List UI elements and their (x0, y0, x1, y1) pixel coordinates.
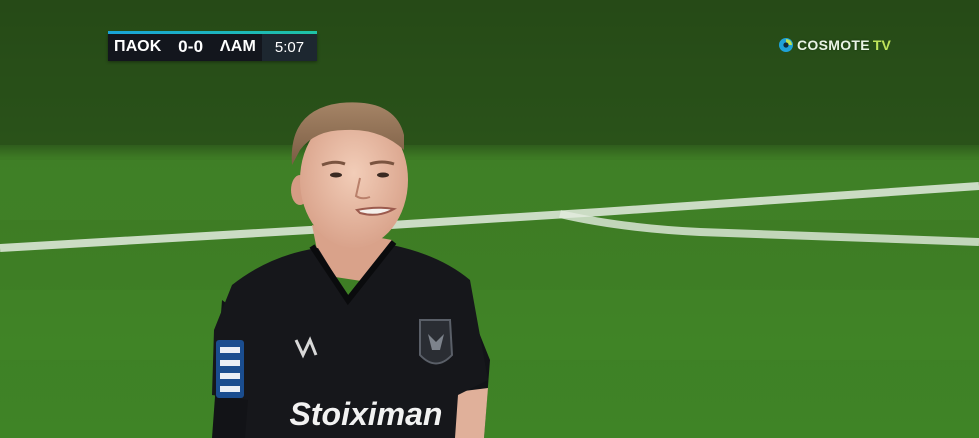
player-eye (377, 172, 389, 178)
pitch-stripe (0, 290, 979, 360)
broadcaster-name: COSMOTE (797, 37, 870, 53)
broadcaster-suffix: TV (872, 37, 891, 53)
shirt-sponsor: Stoiximan (290, 396, 443, 432)
broadcaster-logo: COSMOTE TV (778, 37, 891, 53)
far-pitch-band (0, 0, 979, 145)
video-frame: Stoiximan ΠΑΟΚ 0-0 ΛΑΜ 5:07 COSMOTE TV (0, 0, 979, 438)
cosmote-logo-icon (779, 38, 793, 52)
player-eye (330, 172, 342, 178)
club-crest (419, 319, 454, 365)
scorebug-main: ΠΑΟΚ 0-0 ΛΑΜ (108, 33, 262, 61)
home-team-label: ΠΑΟΚ (114, 38, 162, 55)
pitch-stripe (0, 160, 979, 220)
match-score: 0-0 (178, 37, 204, 56)
match-scene: Stoiximan (0, 0, 979, 438)
match-clock: 5:07 (262, 33, 317, 61)
away-team-label: ΛΑΜ (219, 38, 256, 55)
scorebug: ΠΑΟΚ 0-0 ΛΑΜ 5:07 (108, 31, 317, 61)
